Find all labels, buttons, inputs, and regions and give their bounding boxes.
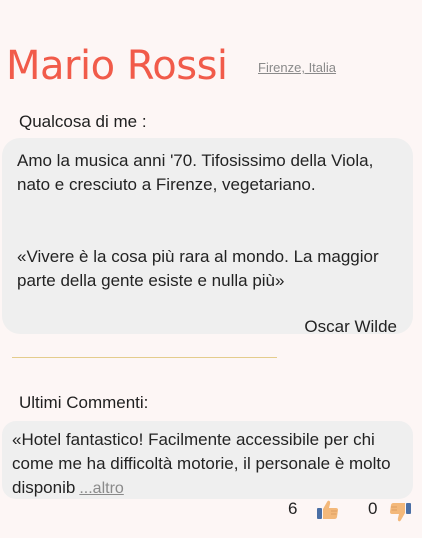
profile-name: Mario Rossi [6, 43, 228, 89]
quote-author: Oscar Wilde [304, 317, 397, 336]
section-divider [12, 357, 277, 358]
about-text: Amo la musica anni '70. Tifosissimo dell… [17, 151, 374, 194]
about-section-title: Qualcosa di me : [19, 112, 147, 131]
thumbs-down-icon[interactable] [388, 502, 412, 524]
thumbs-up-icon[interactable] [316, 499, 340, 521]
likes-count: 6 [288, 499, 298, 518]
read-more-link[interactable]: ...altro [79, 480, 123, 497]
about-quote: «Vivere è la cosa più rara al mondo. La … [17, 247, 379, 290]
comments-section-title: Ultimi Commenti: [19, 393, 149, 412]
profile-location-link[interactable]: Firenze, Italia [258, 60, 336, 75]
dislikes-count: 0 [368, 499, 378, 518]
comment-text: «Hotel fantastico! Facilmente accessibil… [12, 428, 410, 501]
comment-body: «Hotel fantastico! Facilmente accessibil… [12, 430, 391, 497]
